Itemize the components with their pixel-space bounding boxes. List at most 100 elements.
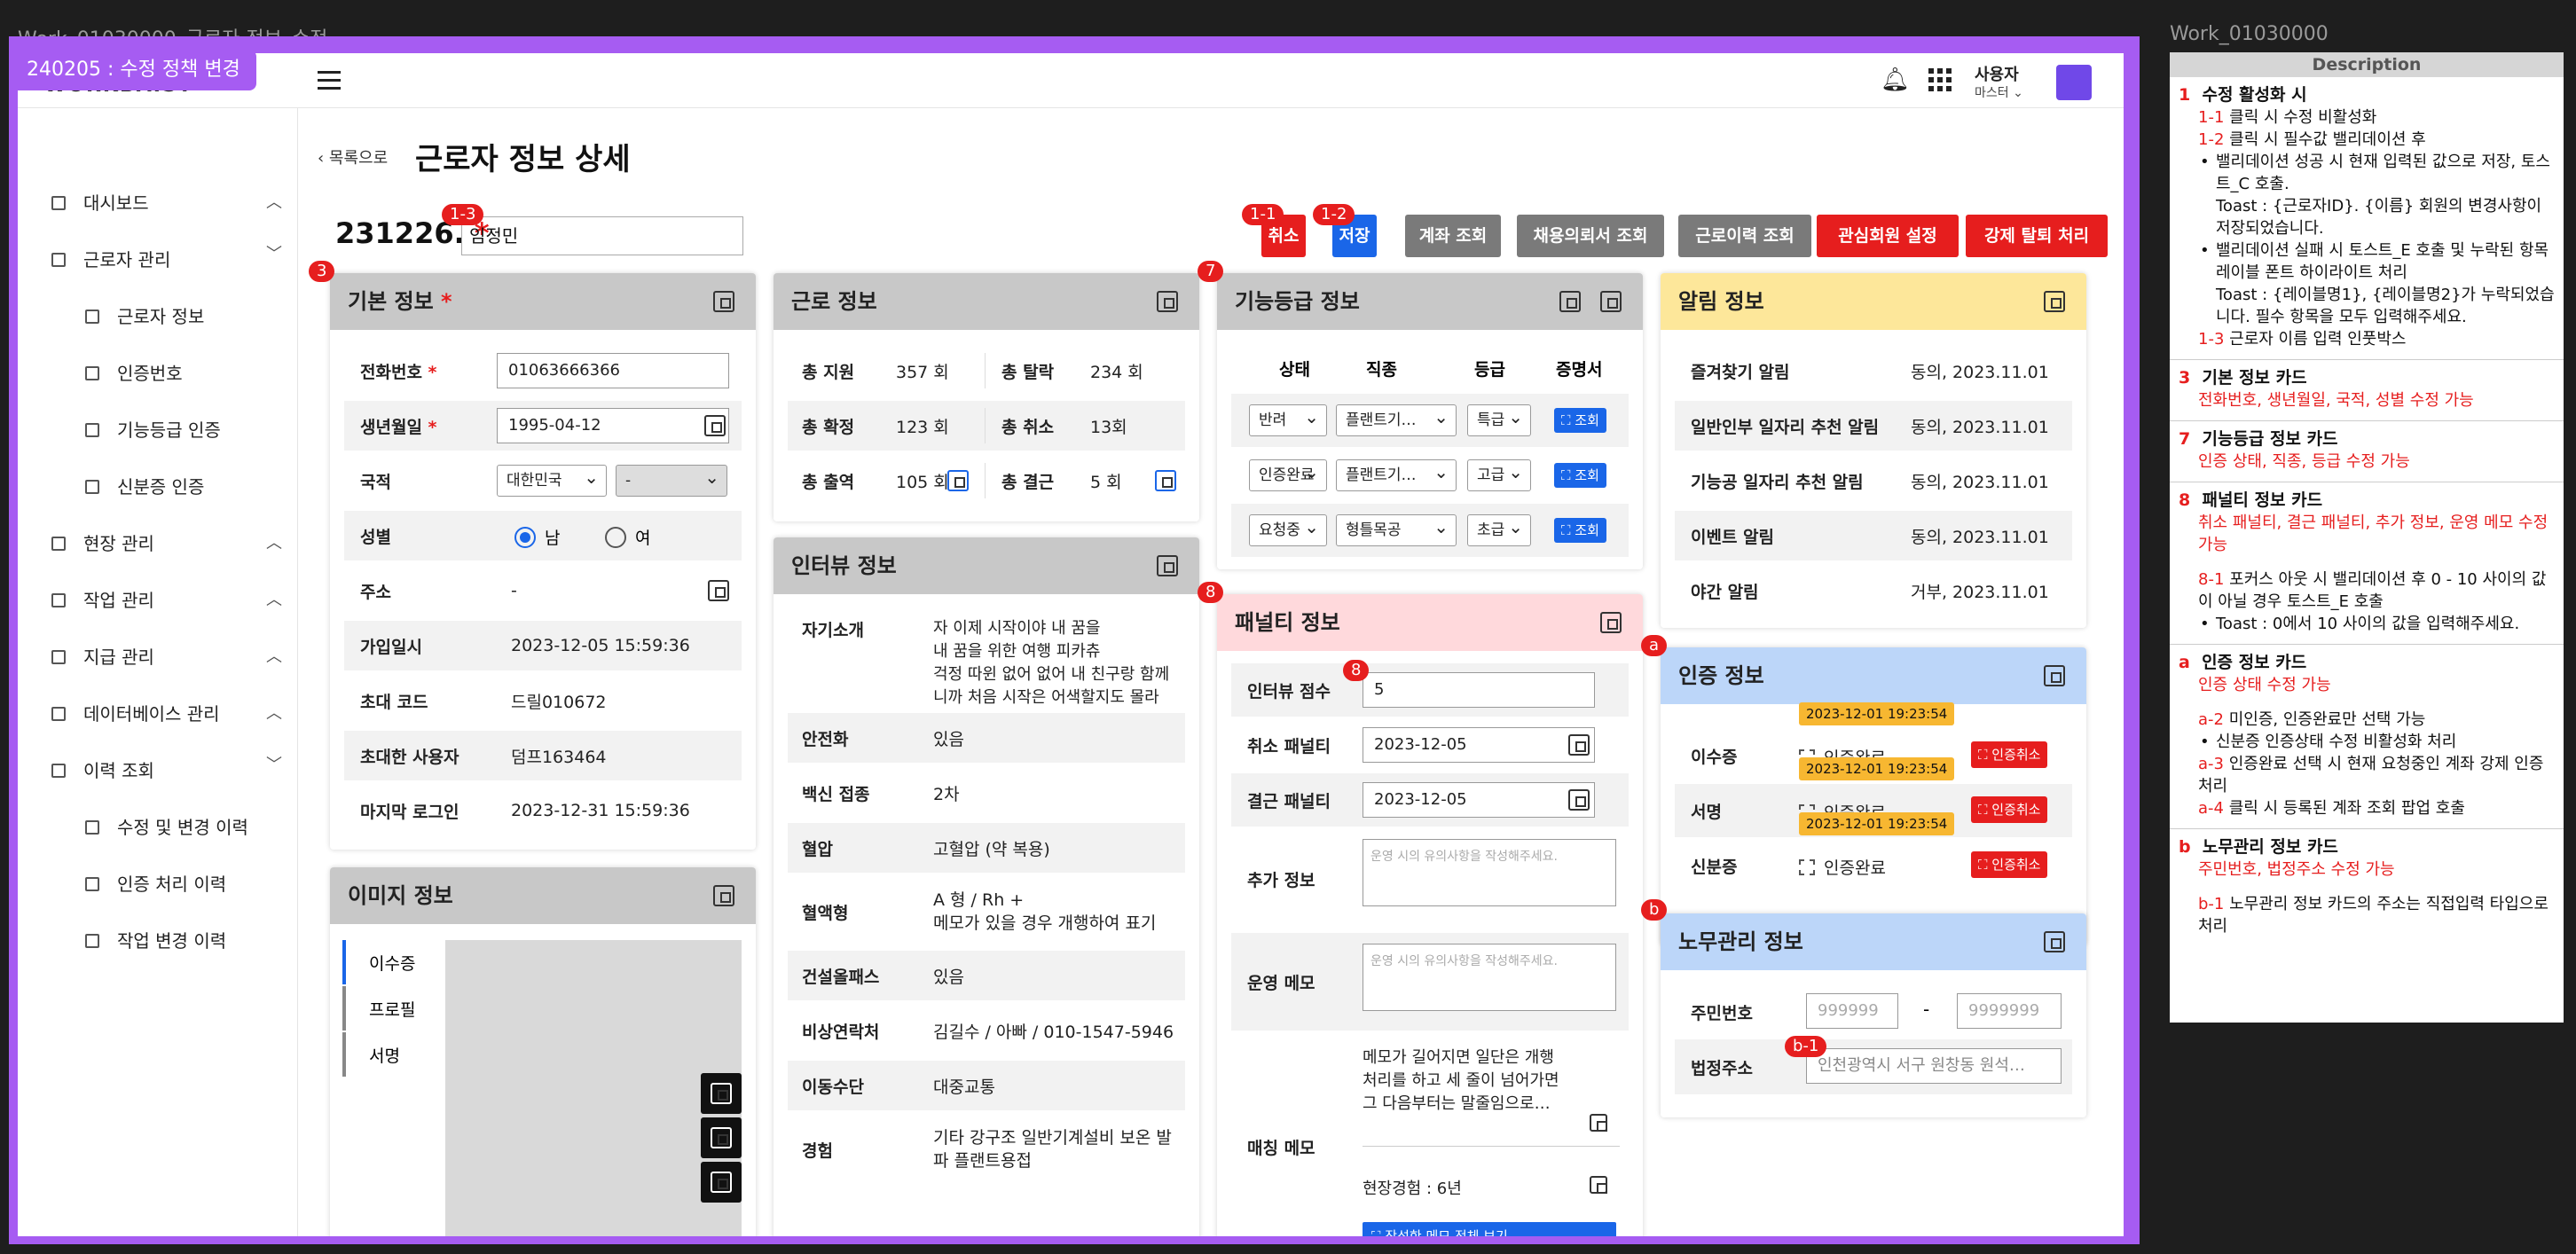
address-search-icon[interactable] [708,580,729,601]
page-icon [51,593,66,607]
expand-icon[interactable] [1600,291,1622,312]
desc-section-8: 8 패널티 정보 카드 취소 패널티, 결근 패널티, 추가 정보, 운영 메모… [2170,482,2564,645]
calendar-icon[interactable] [704,415,726,436]
menu-icon[interactable] [318,71,341,90]
chevron-down-icon[interactable]: ﹀ [266,757,282,773]
attend-detail-icon[interactable] [947,470,969,491]
sidebar-item-history[interactable]: 이력 조회 [51,757,154,784]
auth-cancel-button[interactable]: ⛶ 인증취소 [1971,796,2048,823]
skill-grade-select[interactable]: 초급 [1467,512,1531,546]
work-history-button[interactable]: 근로이력 조회 [1678,215,1811,257]
interview-score-input[interactable]: 5 [1363,672,1595,708]
expand-icon[interactable] [713,291,734,312]
avatar[interactable] [2056,65,2092,100]
sidebar-item-edit-history[interactable]: 수정 및 변경 이력 [85,814,248,841]
expand-icon[interactable] [713,885,734,906]
auth-status[interactable]: 인증완료 [1799,855,1886,879]
phone-input[interactable]: 01063666366 [497,353,729,388]
skill-grade-select[interactable]: 특급 [1467,402,1531,436]
chevron-up-icon[interactable]: ︿ [266,649,282,665]
sidebar-item-dashboard[interactable]: 대시보드 [51,190,149,216]
cert-view-button[interactable]: ⛶ 조회 [1554,408,1606,433]
skill-status-select[interactable]: 요청중 [1249,512,1327,546]
chevron-up-icon[interactable]: ︿ [266,706,282,722]
divider [1363,1146,1620,1147]
female-radio[interactable] [605,527,626,548]
expand-icon[interactable] [1157,555,1178,576]
chevron-up-icon[interactable]: ︿ [266,536,282,552]
skill-job-select[interactable]: 형틀목공 [1336,512,1457,546]
sidebar-item-skill-cert[interactable]: 기능등급 인증 [85,417,221,443]
legal-address-input[interactable]: 인천광역시 서구 원창동 원석… [1806,1048,2062,1084]
chevron-up-icon[interactable]: ︿ [266,195,282,211]
badge-b-1: b-1 [1785,1036,1827,1057]
desc-section-7: 7 기능등급 정보 카드 인증 상태, 직종, 등급 수정 가능 [2170,421,2564,482]
tab-signature[interactable]: 서명 [369,1043,400,1067]
sidebar-item-payment-management[interactable]: 지급 관리 [51,644,154,670]
expand-icon[interactable] [2044,291,2065,312]
sidebar-item-job-management[interactable]: 작업 관리 [51,587,154,614]
auth-cancel-button[interactable]: ⛶ 인증취소 [1971,851,2048,878]
memo-edit-icon[interactable] [1590,1114,1607,1132]
account-inquiry-button[interactable]: 계좌 조회 [1405,215,1501,257]
birth-input[interactable]: 1995-04-12 [497,408,729,443]
skill-grade-select[interactable]: 고급 [1467,457,1531,491]
calendar-icon[interactable] [1568,789,1590,811]
force-withdraw-button[interactable]: 강제 탈퇴 처리 [1966,215,2108,257]
card-title: 기능등급 정보 [1217,273,1643,330]
absent-detail-icon[interactable] [1155,470,1176,491]
absent-penalty-input[interactable]: 2023-12-05 [1363,782,1595,818]
edit-icon[interactable] [1559,291,1581,312]
badge-b: b [1641,899,1668,921]
view-all-memo-button[interactable]: ⛶ 작성한 메모 전체 보기 [1363,1222,1616,1236]
apps-grid-icon[interactable] [1928,68,1952,91]
col-job: 직종 [1366,360,1397,380]
rrn-back-input[interactable]: 9999999 [1957,993,2062,1029]
skill-status-select[interactable]: 인증완료 [1249,457,1327,491]
hire-request-button[interactable]: 채용의뢰서 조회 [1517,215,1664,257]
expand-icon[interactable] [2044,665,2065,686]
chevron-down-icon[interactable]: ﹀ [266,247,282,263]
ops-memo-textarea[interactable]: 운영 시의 유의사항을 작성해주세요. [1363,944,1616,1011]
rotate-icon[interactable] [701,1162,742,1203]
sidebar-item-worker-management[interactable]: 근로자 관리 [51,247,170,273]
auth-cancel-button[interactable]: ⛶ 인증취소 [1971,741,2048,768]
zoom-icon[interactable] [701,1073,742,1114]
nation-select[interactable]: 대한민국 [497,462,607,497]
worker-name-input[interactable]: 임정민 [461,216,743,255]
sidebar-item-id-cert[interactable]: 신분증 인증 [85,474,204,500]
expand-icon[interactable] [2044,931,2065,952]
expand-icon[interactable] [1600,612,1622,633]
cert-view-button[interactable]: ⛶ 조회 [1554,463,1606,488]
expand-icon[interactable] [1157,291,1178,312]
skill-job-select[interactable]: 플랜트기… [1336,402,1457,436]
calendar-icon[interactable] [1568,734,1590,756]
desc-section-b: b 노무관리 정보 카드 주민번호, 법정주소 수정 가능 b-1 노무관리 정… [2179,837,2549,936]
skill-job-select[interactable]: 플랜트기… [1336,457,1457,491]
extra-info-textarea[interactable]: 운영 시의 유의사항을 작성해주세요. [1363,839,1616,906]
sidebar-item-site-management[interactable]: 현장 관리 [51,530,154,557]
user-name[interactable]: 사용자 [1975,62,2019,85]
male-radio[interactable] [514,527,536,548]
user-role[interactable]: 마스터 ⌄ [1975,83,2023,101]
tab-profile[interactable]: 프로필 [369,997,415,1021]
sidebar-item-job-change-history[interactable]: 작업 변경 이력 [85,928,226,954]
memo-edit-icon[interactable] [1590,1176,1607,1194]
skill-status-select[interactable]: 반려 [1249,402,1327,436]
sidebar-item-auth-number[interactable]: 인증번호 [85,360,183,387]
page-icon [85,480,99,494]
rrn-front-input[interactable]: 999999 [1806,993,1898,1029]
tab-certificate[interactable]: 이수증 [369,951,415,975]
sidebar-item-worker-info[interactable]: 근로자 정보 [85,303,204,330]
gender-row: 성별 [344,511,742,560]
cancel-penalty-input[interactable]: 2023-12-05 [1363,727,1595,763]
sidebar-item-auth-history[interactable]: 인증 처리 이력 [85,871,226,897]
download-icon[interactable] [701,1117,742,1158]
nation-sub-select[interactable]: - [616,462,727,497]
interest-member-button[interactable]: 관심회원 설정 [1817,215,1959,257]
chevron-up-icon[interactable]: ︿ [266,592,282,608]
bell-icon[interactable]: 🔔︎ [1881,67,1910,92]
back-link[interactable]: ‹ 목록으로 [318,145,388,169]
sidebar-item-database-management[interactable]: 데이터베이스 관리 [51,701,220,727]
cert-view-button[interactable]: ⛶ 조회 [1554,518,1606,543]
